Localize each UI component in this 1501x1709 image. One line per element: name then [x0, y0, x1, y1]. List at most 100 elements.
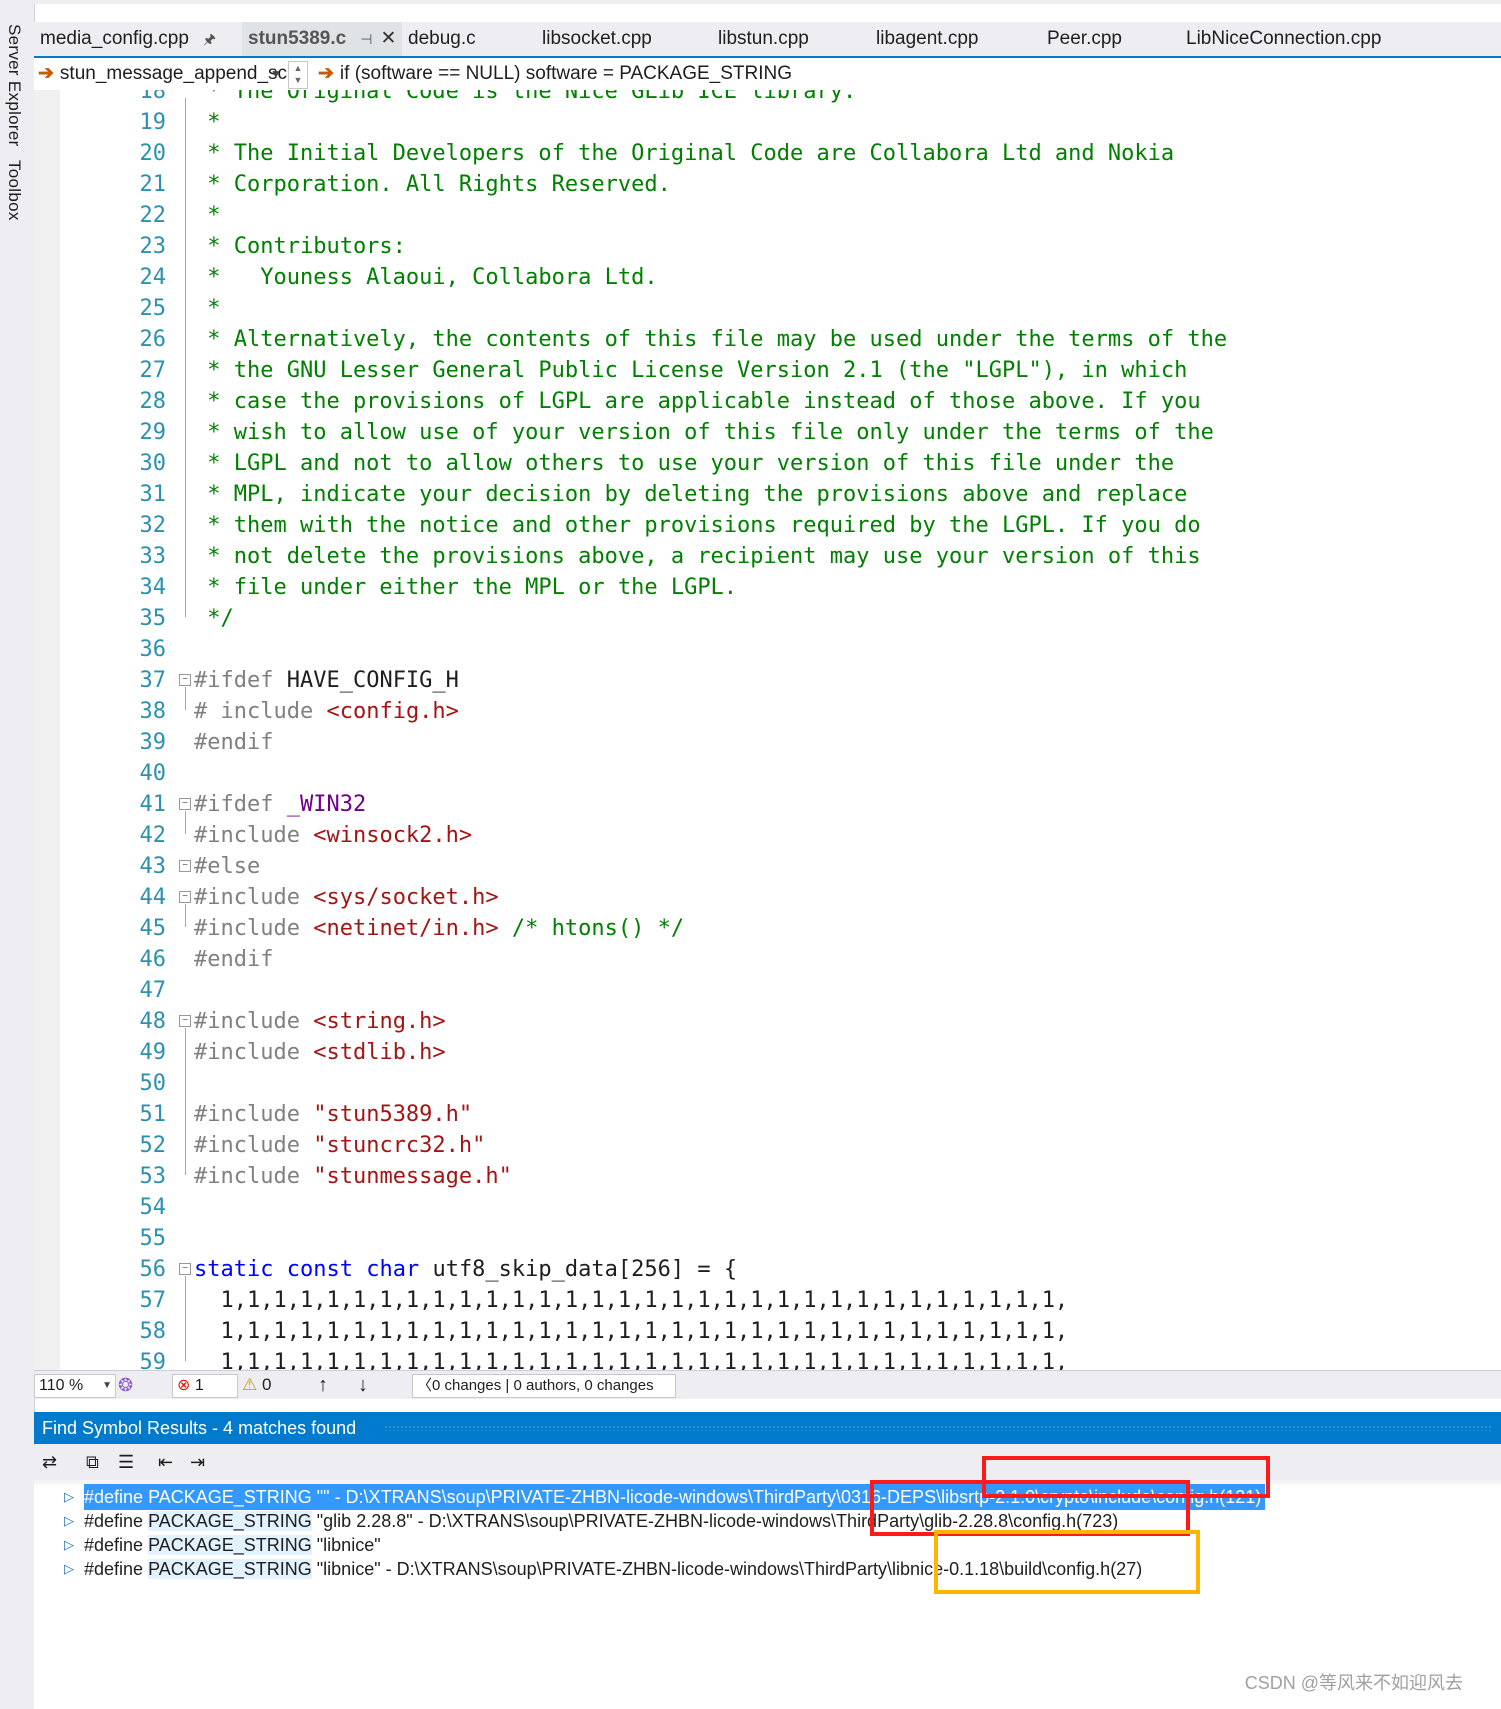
find-result-row[interactable]: ▷ #define PACKAGE_STRING "glib 2.28.8" - …: [34, 1508, 1501, 1534]
code-text: * not delete the provisions above, a rec…: [194, 544, 1201, 569]
code-line[interactable]: 34 * file under either the MPL or the LG…: [34, 572, 1501, 603]
tab-libniceconnection[interactable]: LibNiceConnection.cpp: [1186, 22, 1381, 56]
tab-label: libagent.cpp: [876, 28, 979, 49]
health-icon[interactable]: ❂: [118, 1371, 133, 1399]
pin-icon[interactable]: 🖈: [203, 31, 216, 47]
find-result-text: #define PACKAGE_STRING "libnice": [84, 1535, 381, 1555]
side-tab-toolbox[interactable]: Toolbox: [4, 160, 24, 221]
arrow-down-icon[interactable]: ↓: [358, 1371, 368, 1399]
side-tab-server-explorer[interactable]: Server Explorer: [4, 24, 24, 147]
code-line[interactable]: 20 * The Initial Developers of the Origi…: [34, 138, 1501, 169]
collapse-icon[interactable]: −: [179, 798, 191, 810]
code-line[interactable]: 21 * Corporation. All Rights Reserved.: [34, 169, 1501, 200]
code-line[interactable]: 24 * Youness Alaoui, Collabora Ltd.: [34, 262, 1501, 293]
code-line[interactable]: 32 * them with the notice and other prov…: [34, 510, 1501, 541]
errors-indicator[interactable]: ⊗ 1: [172, 1374, 238, 1398]
code-line[interactable]: 58 1,1,1,1,1,1,1,1,1,1,1,1,1,1,1,1,1,1,1…: [34, 1316, 1501, 1347]
find-result-row[interactable]: ▷ #define PACKAGE_STRING "" - D:\XTRANS\s…: [34, 1484, 1501, 1510]
find-result-row[interactable]: ▷ #define PACKAGE_STRING "libnice": [34, 1532, 1501, 1558]
expand-icon[interactable]: ▷: [64, 1532, 74, 1558]
code-line[interactable]: 41− #ifdef _WIN32: [34, 789, 1501, 820]
code-line[interactable]: 53 #include "stunmessage.h": [34, 1161, 1501, 1192]
code-text: #include <netinet/in.h> /* htons() */: [194, 916, 685, 941]
tab-media-config[interactable]: media_config.cpp 🖈: [40, 22, 216, 56]
code-line[interactable]: 47: [34, 975, 1501, 1006]
chevron-down-icon[interactable]: ▼: [270, 58, 282, 90]
code-line[interactable]: 49 #include <stdlib.h>: [34, 1037, 1501, 1068]
code-line[interactable]: 40: [34, 758, 1501, 789]
expand-icon[interactable]: ▷: [64, 1508, 74, 1534]
code-line[interactable]: 38 # include <config.h>: [34, 696, 1501, 727]
expand-icon[interactable]: ▷: [64, 1484, 74, 1510]
code-editor[interactable]: 18 * The Original Code is the Nice GLib …: [34, 90, 1501, 1370]
code-line[interactable]: 39 #endif: [34, 727, 1501, 758]
spin-buttons[interactable]: ▲ ▼: [288, 61, 308, 89]
code-line[interactable]: 52 #include "stuncrc32.h": [34, 1130, 1501, 1161]
code-line[interactable]: 46 #endif: [34, 944, 1501, 975]
code-line[interactable]: 50: [34, 1068, 1501, 1099]
code-line[interactable]: 57 1,1,1,1,1,1,1,1,1,1,1,1,1,1,1,1,1,1,1…: [34, 1285, 1501, 1316]
pin-icon[interactable]: ⊣: [360, 31, 372, 47]
line-number: 18: [139, 90, 167, 104]
code-line[interactable]: 44− #include <sys/socket.h>: [34, 882, 1501, 913]
line-number: 48: [139, 1009, 167, 1034]
tab-libsocket[interactable]: libsocket.cpp: [542, 22, 652, 56]
member-dropdown[interactable]: ➔ if (software == NULL) software = PACKAG…: [318, 58, 792, 90]
line-number: 19: [139, 110, 167, 135]
code-line[interactable]: 48− #include <string.h>: [34, 1006, 1501, 1037]
collapse-icon[interactable]: −: [179, 1263, 191, 1275]
code-text: #include "stunmessage.h": [194, 1164, 512, 1189]
go-to-definition-icon[interactable]: ⇄: [42, 1452, 57, 1473]
code-line[interactable]: 59 1,1,1,1,1,1,1,1,1,1,1,1,1,1,1,1,1,1,1…: [34, 1347, 1501, 1370]
code-line[interactable]: 29 * wish to allow use of your version o…: [34, 417, 1501, 448]
code-line[interactable]: 27 * the GNU Lesser General Public Licen…: [34, 355, 1501, 386]
code-line[interactable]: 43− #else: [34, 851, 1501, 882]
code-line[interactable]: 25 *: [34, 293, 1501, 324]
code-line[interactable]: 19 *: [34, 107, 1501, 138]
symbol-highlight: PACKAGE_STRING: [148, 1511, 312, 1531]
tab-peer[interactable]: Peer.cpp: [1047, 22, 1122, 56]
code-line[interactable]: 30 * LGPL and not to allow others to use…: [34, 448, 1501, 479]
fold-guide: [185, 1276, 186, 1361]
copy-icon[interactable]: ⧉: [86, 1452, 99, 1473]
previous-result-icon[interactable]: ⇤: [158, 1452, 173, 1473]
code-line[interactable]: 18 * The Original Code is the Nice GLib …: [34, 90, 1501, 107]
code-text: #include <string.h>: [194, 1009, 446, 1034]
find-result-row[interactable]: ▷ #define PACKAGE_STRING "libnice" - D:\X…: [34, 1556, 1501, 1582]
code-line[interactable]: 54: [34, 1192, 1501, 1223]
code-line[interactable]: 35 */: [34, 603, 1501, 634]
code-line[interactable]: 28 * case the provisions of LGPL are app…: [34, 386, 1501, 417]
list-icon[interactable]: ☰: [118, 1452, 134, 1473]
tab-debug[interactable]: debug.c: [408, 22, 476, 56]
collapse-icon[interactable]: −: [179, 1015, 191, 1027]
arrow-up-icon[interactable]: ↑: [318, 1371, 328, 1399]
warnings-indicator[interactable]: ⚠ 0: [242, 1371, 271, 1399]
code-line[interactable]: 56− static const char utf8_skip_data[256]…: [34, 1254, 1501, 1285]
scope-dropdown[interactable]: ➔ stun_message_append_sc: [38, 58, 287, 90]
tab-libagent[interactable]: libagent.cpp: [876, 22, 978, 56]
line-number: 49: [139, 1040, 167, 1065]
code-line[interactable]: 42 #include <winsock2.h>: [34, 820, 1501, 851]
expand-icon[interactable]: ▷: [64, 1556, 74, 1582]
code-text: *: [194, 110, 221, 135]
code-line[interactable]: 26 * Alternatively, the contents of this…: [34, 324, 1501, 355]
collapse-icon[interactable]: −: [179, 891, 191, 903]
code-line[interactable]: 37− #ifdef HAVE_CONFIG_H: [34, 665, 1501, 696]
zoom-dropdown[interactable]: 110 % ▼: [34, 1374, 116, 1398]
code-line[interactable]: 45 #include <netinet/in.h> /* htons() */: [34, 913, 1501, 944]
code-line[interactable]: 33 * not delete the provisions above, a …: [34, 541, 1501, 572]
codelens-changes[interactable]: 〈0 changes | 0 authors, 0 changes: [412, 1374, 676, 1398]
collapse-icon[interactable]: −: [179, 860, 191, 872]
collapse-icon[interactable]: −: [179, 674, 191, 686]
tab-libstun[interactable]: libstun.cpp: [718, 22, 809, 56]
code-line[interactable]: 36: [34, 634, 1501, 665]
code-text: #ifdef HAVE_CONFIG_H: [194, 668, 459, 693]
code-line[interactable]: 51 #include "stun5389.h": [34, 1099, 1501, 1130]
next-result-icon[interactable]: ⇥: [190, 1452, 205, 1473]
close-icon[interactable]: ✕: [380, 28, 396, 49]
tab-stun5389[interactable]: stun5389.c ⊣ ✕: [242, 22, 403, 56]
code-line[interactable]: 22 *: [34, 200, 1501, 231]
code-line[interactable]: 55: [34, 1223, 1501, 1254]
code-line[interactable]: 31 * MPL, indicate your decision by dele…: [34, 479, 1501, 510]
code-line[interactable]: 23 * Contributors:: [34, 231, 1501, 262]
